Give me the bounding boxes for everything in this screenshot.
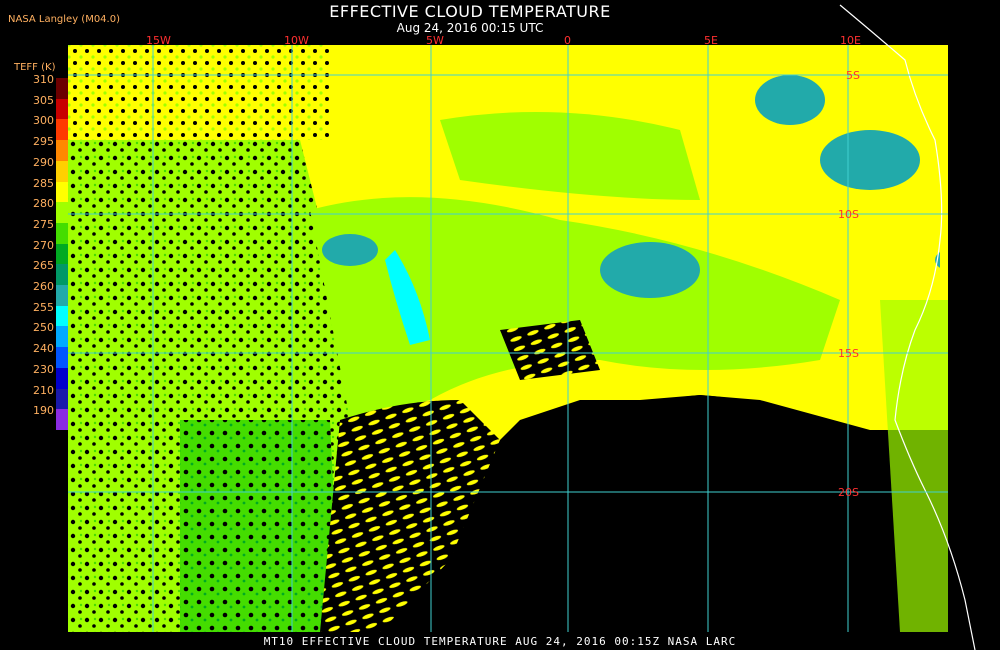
lat-label-15s: 15S: [838, 347, 859, 360]
lat-label-20s: 20S: [838, 486, 859, 499]
lon-label-5w: 5W: [426, 34, 444, 47]
footer-caption: MT10 EFFECTIVE CLOUD TEMPERATURE AUG 24,…: [263, 635, 737, 648]
satellite-map: 15W 10W 5W 0 5E 10E 5S 10S 15S 20S: [68, 4, 1000, 650]
lon-label-0: 0: [564, 34, 571, 47]
lon-label-15w: 15W: [146, 34, 171, 47]
lon-label-10e: 10E: [840, 34, 861, 47]
lon-label-10w: 10W: [284, 34, 309, 47]
cloud-field: [68, 45, 948, 632]
lat-label-10s: 10S: [838, 208, 859, 221]
lat-label-5s: 5S: [846, 69, 860, 82]
lon-label-5e: 5E: [704, 34, 718, 47]
